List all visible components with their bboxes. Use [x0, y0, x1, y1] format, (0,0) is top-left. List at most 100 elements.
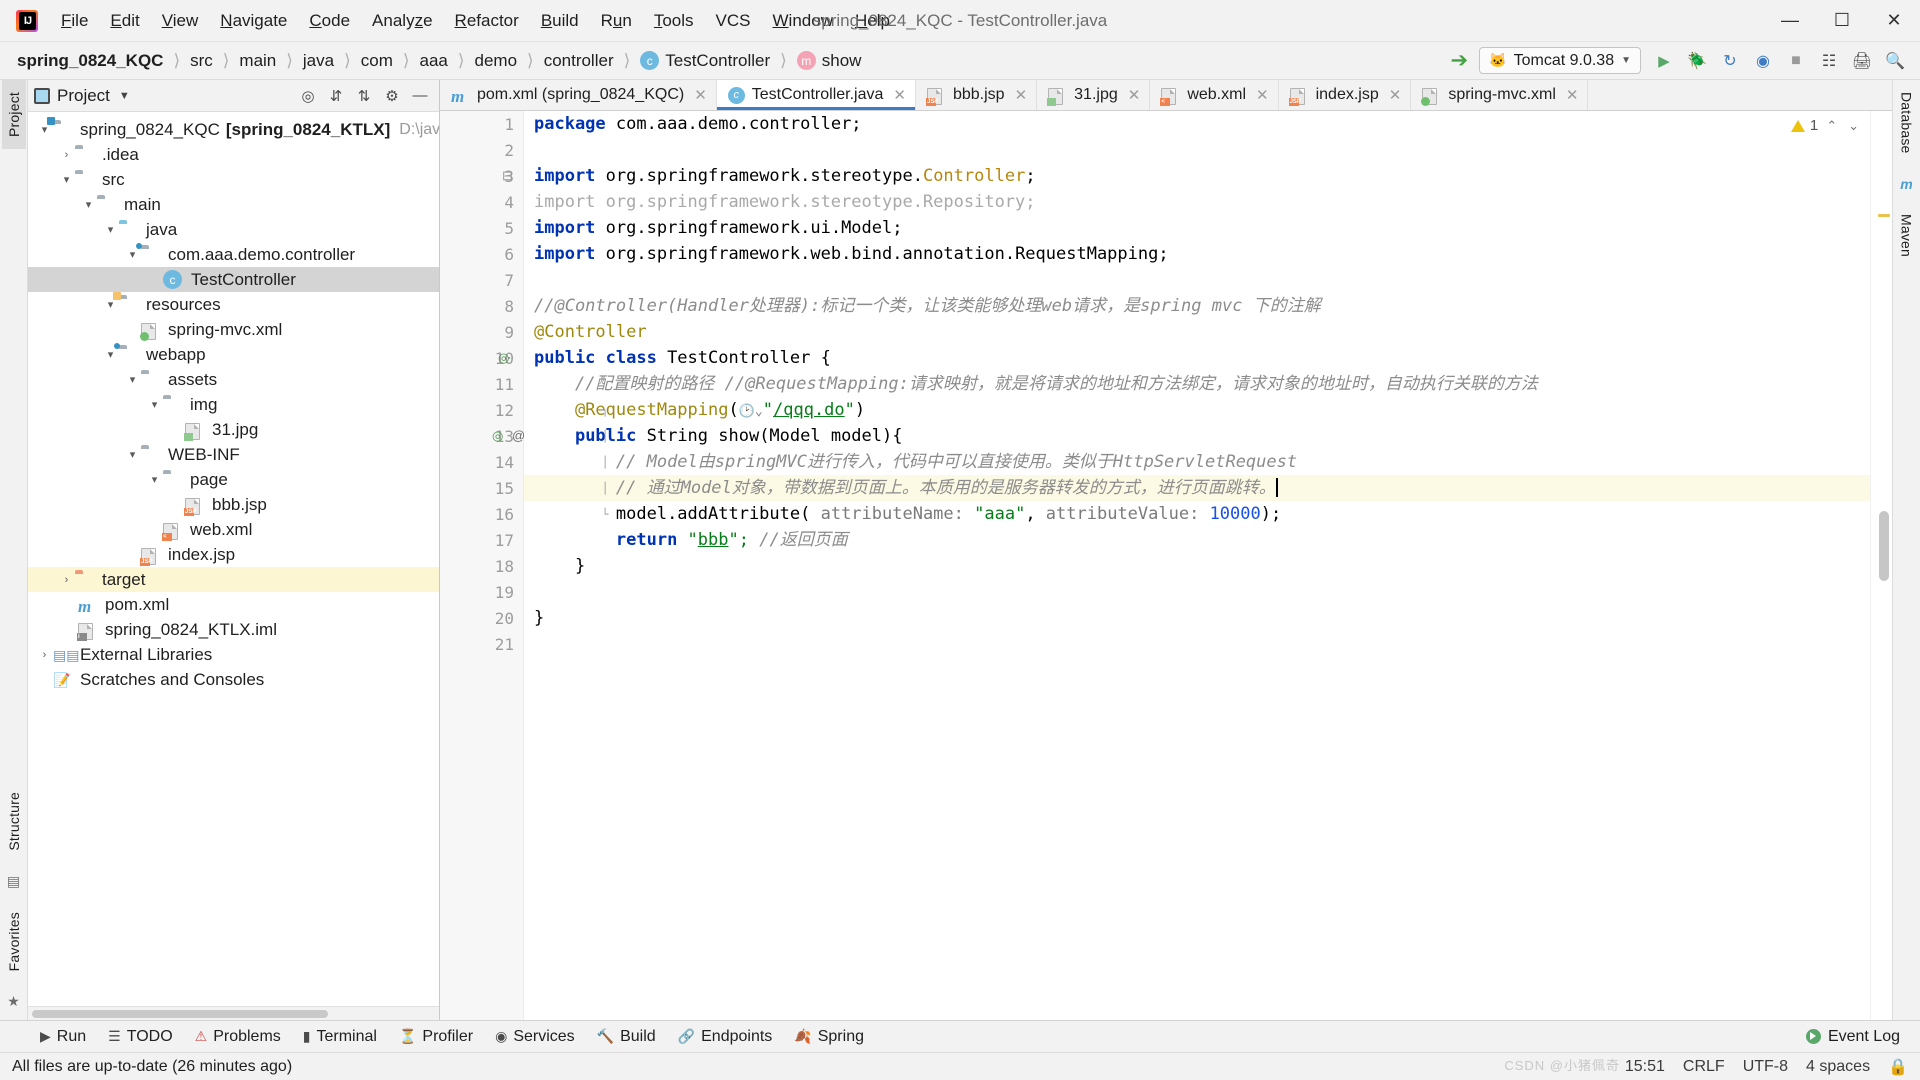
menu-code[interactable]: Code — [298, 7, 361, 35]
editor-tab-31-jpg[interactable]: 31.jpg ✕ — [1037, 80, 1151, 110]
settings-gear-icon[interactable]: ⚙ — [379, 83, 405, 109]
chevron-down-icon[interactable]: ▾ — [36, 123, 53, 136]
layout-icon[interactable]: ☷ — [1814, 46, 1844, 76]
project-tree[interactable]: ▾ spring_0824_KQC [spring_0824_KTLX] D:\… — [28, 112, 439, 1006]
stop-icon[interactable]: ■ — [1781, 46, 1811, 76]
sidebar-item-maven[interactable]: Maven — [1895, 202, 1919, 269]
status-line-separator[interactable]: CRLF — [1683, 1058, 1725, 1076]
chevron-down-icon[interactable]: ▾ — [124, 248, 141, 261]
chevron-right-icon[interactable]: › — [58, 149, 75, 161]
menu-help[interactable]: Help — [844, 7, 901, 35]
menu-analyze[interactable]: Analyze — [361, 7, 444, 35]
tree-item-bbb-jsp[interactable]: JSP bbb.jsp — [28, 492, 439, 517]
chevron-right-icon[interactable]: › — [58, 574, 75, 586]
minimize-button[interactable]: — — [1764, 0, 1816, 42]
editor-scrollbar-thumb[interactable] — [1879, 511, 1889, 581]
rerun-icon[interactable]: ↻ — [1715, 46, 1745, 76]
tree-item-resources[interactable]: ▾ resources — [28, 291, 439, 317]
close-icon[interactable]: ✕ — [1256, 86, 1269, 104]
lock-icon[interactable]: 🔒 — [1888, 1057, 1908, 1077]
chevron-down-icon[interactable]: ▾ — [102, 348, 119, 361]
close-icon[interactable]: ✕ — [1389, 86, 1402, 104]
tree-item-webapp[interactable]: ▾ webapp — [28, 342, 439, 367]
breadcrumb-item-main[interactable]: main — [236, 49, 279, 73]
menu-vcs[interactable]: VCS — [705, 7, 762, 35]
code-editor[interactable]: package com.aaa.demo.controller; import … — [524, 111, 1870, 1020]
chevron-down-icon[interactable]: ▾ — [146, 473, 163, 486]
chevron-down-icon[interactable]: ▼ — [119, 90, 130, 102]
editor-tab-bbb-jsp[interactable]: JSP bbb.jsp ✕ — [915, 80, 1038, 110]
chevron-down-icon[interactable]: ▾ — [124, 448, 141, 461]
collapse-all-icon[interactable]: ⇅ — [351, 83, 377, 109]
breadcrumb-item-aaa[interactable]: aaa — [417, 49, 451, 73]
menu-edit[interactable]: Edit — [99, 7, 150, 35]
bottom-tab-profiler[interactable]: ⏳ Profiler — [389, 1025, 483, 1049]
menu-build[interactable]: Build — [530, 7, 590, 35]
editor-tab-spring-mvc-xml[interactable]: spring-mvc.xml ✕ — [1411, 80, 1589, 110]
tree-item-target[interactable]: › target — [28, 567, 439, 592]
inspection-widget[interactable]: 1 ⌃ ⌄ — [1790, 117, 1862, 134]
tree-item-spring-mvc-xml[interactable]: spring-mvc.xml — [28, 317, 439, 342]
chevron-down-icon[interactable]: ▾ — [102, 223, 119, 236]
menu-run[interactable]: Run — [590, 7, 643, 35]
fold-marker[interactable]: │ — [598, 475, 612, 501]
tree-item-iml[interactable]: i spring_0824_KTLX.iml — [28, 617, 439, 642]
breadcrumb-item-com[interactable]: com — [358, 49, 396, 73]
editor-tab-index-jsp[interactable]: JSP index.jsp ✕ — [1278, 80, 1412, 110]
tree-item-31-jpg[interactable]: 31.jpg — [28, 417, 439, 442]
tree-item-main[interactable]: ▾ main — [28, 192, 439, 217]
chevron-up-icon[interactable]: ⌃ — [1823, 118, 1840, 134]
menu-tools[interactable]: Tools — [643, 7, 705, 35]
updates-icon[interactable]: 🖨 — [1847, 46, 1877, 76]
chevron-down-icon[interactable]: ⌄ — [1845, 118, 1862, 134]
breadcrumb-item-project[interactable]: spring_0824_KQC — [14, 49, 166, 73]
status-indent[interactable]: 4 spaces — [1806, 1058, 1870, 1076]
tree-item-project-root[interactable]: ▾ spring_0824_KQC [spring_0824_KTLX] D:\… — [28, 116, 439, 142]
run-icon[interactable]: ▶ — [1649, 46, 1679, 76]
sidebar-item-favorites[interactable]: Favorites — [2, 900, 26, 983]
bottom-tab-run[interactable]: ▶ Run — [30, 1025, 96, 1049]
status-encoding[interactable]: UTF-8 — [1743, 1058, 1788, 1076]
editor-tab-testcontroller-java[interactable]: c TestController.java ✕ — [716, 80, 916, 110]
tree-item-index-jsp[interactable]: JSP index.jsp — [28, 542, 439, 567]
tree-item-pom-xml[interactable]: m pom.xml — [28, 592, 439, 617]
sidebar-item-project[interactable]: Project — [1, 80, 26, 149]
chevron-down-icon[interactable]: ▾ — [102, 298, 119, 311]
breadcrumb-item-controller[interactable]: controller — [541, 49, 617, 73]
fold-marker[interactable]: ┐ — [598, 397, 612, 423]
bottom-tab-terminal[interactable]: ▮ Terminal — [293, 1025, 387, 1049]
menu-refactor[interactable]: Refactor — [444, 7, 530, 35]
search-icon[interactable]: 🔍 — [1880, 46, 1910, 76]
tree-item-assets[interactable]: ▾ assets — [28, 367, 439, 392]
locate-icon[interactable]: ◎ — [295, 83, 321, 109]
tree-item-scratches[interactable]: 📝 Scratches and Consoles — [28, 667, 439, 692]
tree-item-idea[interactable]: › .idea — [28, 142, 439, 167]
breadcrumb-item-demo[interactable]: demo — [472, 49, 521, 73]
warning-marker[interactable] — [1878, 214, 1890, 217]
coverage-icon[interactable]: ◉ — [1748, 46, 1778, 76]
bottom-tab-build[interactable]: 🔨 Build — [587, 1025, 666, 1049]
chevron-right-icon[interactable]: › — [36, 649, 53, 661]
maximize-button[interactable]: ☐ — [1816, 0, 1868, 42]
menu-file[interactable]: File — [50, 7, 99, 35]
hammer-icon[interactable]: ➔ — [1443, 45, 1477, 76]
bean-icon[interactable]: ◎ — [492, 428, 503, 444]
sidebar-item-database[interactable]: Database — [1895, 80, 1919, 166]
close-icon[interactable]: ✕ — [893, 86, 906, 104]
fold-marker[interactable]: │ — [598, 449, 612, 475]
breadcrumb-item-method[interactable]: m show — [794, 49, 865, 73]
sidebar-item-structure[interactable]: Structure — [2, 780, 26, 863]
close-icon[interactable]: ✕ — [1566, 86, 1579, 104]
bottom-tab-problems[interactable]: ⚠ Problems — [185, 1025, 291, 1049]
bottom-tab-endpoints[interactable]: 🔗 Endpoints — [668, 1025, 783, 1049]
menu-window[interactable]: Window — [762, 7, 844, 35]
tree-item-web-inf[interactable]: ▾ WEB-INF — [28, 442, 439, 467]
bottom-tab-services[interactable]: ◉ Services — [485, 1025, 585, 1049]
tree-item-java[interactable]: ▾ java — [28, 217, 439, 242]
analysis-gutter[interactable] — [1870, 111, 1892, 1020]
fold-icon-imports[interactable]: ⊟ — [502, 168, 513, 184]
tree-item-web-xml[interactable]: < web.xml — [28, 517, 439, 542]
menu-navigate[interactable]: Navigate — [209, 7, 298, 35]
tree-item-external-libraries[interactable]: › ▤▤ External Libraries — [28, 642, 439, 667]
menu-view[interactable]: View — [151, 7, 210, 35]
